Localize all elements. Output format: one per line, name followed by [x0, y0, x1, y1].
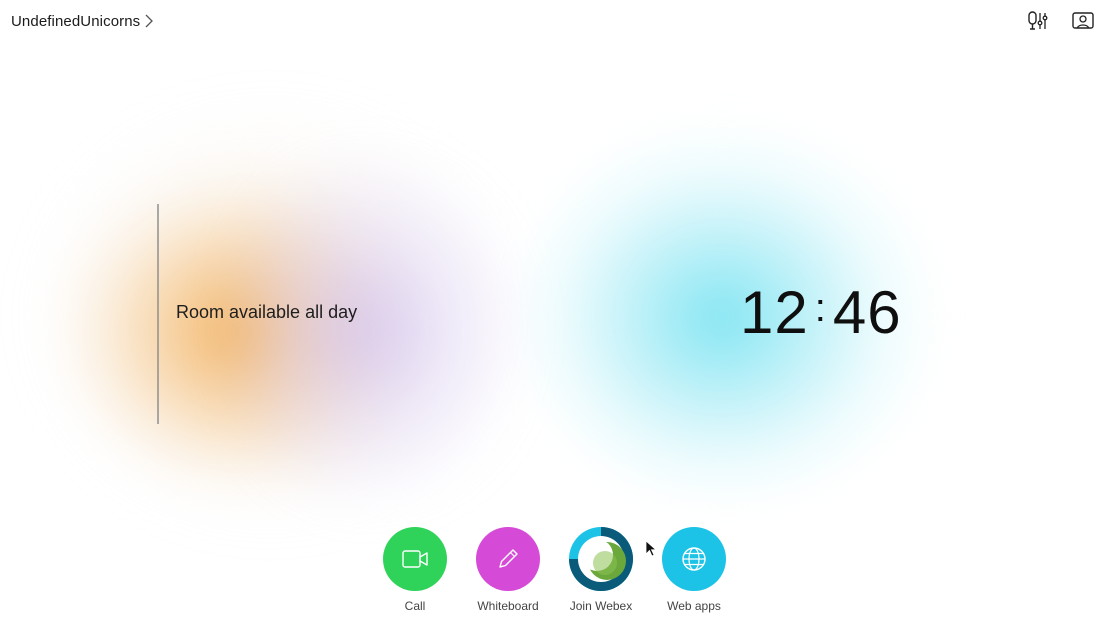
call-button[interactable]: Call: [373, 527, 457, 613]
join-webex-circle: [569, 527, 633, 591]
clock-minutes: 46: [832, 278, 902, 346]
home-screen: UndefinedUnicorns Room available all day…: [0, 0, 1111, 628]
microphone-settings-icon[interactable]: [1026, 9, 1050, 33]
web-apps-circle: [662, 527, 726, 591]
join-webex-button[interactable]: Join Webex: [559, 527, 643, 613]
web-apps-label: Web apps: [667, 599, 721, 613]
ambient-glow-violet: [230, 150, 530, 510]
web-apps-button[interactable]: Web apps: [652, 527, 736, 613]
whiteboard-circle: [476, 527, 540, 591]
whiteboard-button[interactable]: Whiteboard: [466, 527, 550, 613]
video-camera-icon: [402, 550, 428, 568]
room-name-button[interactable]: UndefinedUnicorns: [11, 10, 154, 32]
call-label: Call: [404, 599, 426, 613]
ambient-glow-orange: [60, 160, 440, 490]
clock-separator: :: [814, 285, 827, 330]
webex-logo-icon: [569, 527, 633, 591]
chevron-right-icon: [145, 14, 154, 28]
availability-text: Room available all day: [176, 302, 358, 322]
call-circle: [383, 527, 447, 591]
selfview-icon[interactable]: [1071, 9, 1095, 33]
clock-hours: 12: [740, 278, 809, 346]
status-divider: [157, 204, 159, 424]
clock: 12 : 46: [740, 276, 902, 348]
join-webex-label: Join Webex: [569, 599, 633, 613]
globe-icon: [682, 547, 706, 571]
mouse-cursor-icon: [645, 540, 657, 557]
room-name: UndefinedUnicorns: [11, 12, 141, 30]
pencil-icon: [499, 549, 518, 568]
whiteboard-label: Whiteboard: [477, 599, 539, 613]
